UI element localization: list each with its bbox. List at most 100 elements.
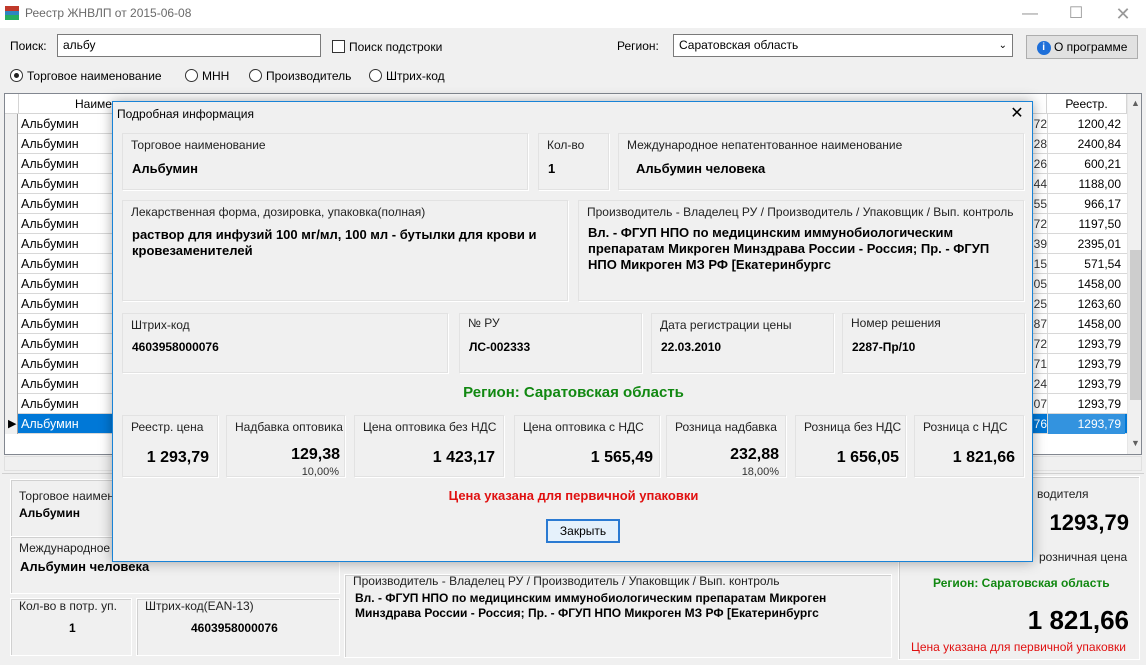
row-registry-price: 1458,00 [1047,314,1125,334]
radio-trade-name-label: Торговое наименование [27,69,162,83]
bottom-manufacturer-label: Производитель - Владелец РУ / Производит… [353,574,780,588]
row-indicator[interactable] [5,214,18,234]
grid-scrollbar[interactable]: ▲ ▼ [1127,94,1141,454]
modal-form-label: Лекарственная форма, дозировка, упаковка… [131,205,426,219]
radio-mnn[interactable] [185,69,198,82]
modal-trade-name-value: Альбумин [132,161,199,176]
modal-note: Цена указана для первичной упаковки [448,488,699,503]
row-name: Альбумин [21,217,79,231]
row-name: Альбумин [21,177,79,191]
row-indicator[interactable] [5,354,18,374]
modal-inn-value: Альбумин человека [636,161,766,176]
row-indicator[interactable] [5,134,18,154]
modal-ru-box: № РУ ЛС-002333 [459,313,642,373]
bottom-qty-label: Кол-во в потр. уп. [19,599,117,613]
row-indicator[interactable] [5,394,18,414]
row-registry-price: 1293,79 [1047,394,1125,414]
bottom-retail-value: 1 821,66 [1027,605,1129,635]
region-select[interactable]: Саратовская область ⌄ [673,34,1013,57]
retail-vat-value: 1 821,66 [952,449,1015,466]
radio-manufacturer-label: Производитель [266,69,352,83]
region-value: Саратовская область [679,38,799,52]
row-indicator[interactable] [5,334,18,354]
radio-trade-name[interactable] [10,69,23,82]
modal-qty-value: 1 [548,161,556,176]
search-label: Поиск: [10,39,47,53]
about-button[interactable]: i О программе [1026,35,1138,59]
modal-form-value: раствор для инфузий 100 мг/мл, 100 мл - … [132,227,537,258]
modal-barcode-label: Штрих-код [131,318,190,332]
scroll-up-icon[interactable]: ▲ [1131,98,1140,108]
modal-qty-label: Кол-во [547,138,585,152]
bottom-qty-box: Кол-во в потр. уп. 1 [10,598,132,656]
modal-ru-label: № РУ [468,316,500,330]
row-registry-price: 2395,01 [1047,234,1125,254]
retail-markup-pct: 18,00% [741,466,779,478]
wholesale-markup-label: Надбавка оптовика [235,420,343,434]
row-registry-price: 571,54 [1047,254,1125,274]
row-name: Альбумин [21,357,79,371]
retail-markup-label: Розница надбавка [675,420,777,434]
minimize-icon[interactable]: — [1007,0,1053,28]
modal-inn-box: Международное непатентованное наименован… [618,133,1024,190]
bottom-barcode-label: Штрих-код(EAN-13) [145,599,254,613]
row-indicator[interactable] [5,234,18,254]
about-button-label: О программе [1053,40,1128,54]
wholesale-no-vat-label: Цена оптовика без НДС [363,420,497,434]
bottom-manufacturer-value: Вл. - ФГУП НПО по медицинским иммунобиол… [355,591,827,620]
scrollbar-thumb[interactable] [1130,250,1141,400]
bottom-producer-price-value: 1293,79 [1049,510,1129,535]
grid-header-price[interactable]: Реестр. [1047,94,1127,114]
row-pointer-icon: ▶ [8,418,17,430]
radio-mnn-label: МНН [202,69,230,83]
row-indicator[interactable] [5,254,18,274]
row-name: Альбумин [21,237,79,251]
radio-barcode[interactable] [369,69,382,82]
bottom-trade-name-value: Альбумин [19,506,80,520]
row-name: Альбумин [21,117,79,131]
modal-decision-value: 2287-Пр/10 [852,340,916,354]
modal-ru-value: ЛС-002333 [469,340,531,354]
maximize-icon[interactable]: ☐ [1053,0,1099,28]
search-input[interactable]: альбу [57,34,321,57]
wholesale-no-vat-value: 1 423,17 [432,449,495,466]
row-indicator[interactable] [5,194,18,214]
row-name: Альбумин [21,137,79,151]
grid-header-corner [5,94,19,114]
scroll-down-icon[interactable]: ▼ [1131,438,1140,448]
radio-manufacturer[interactable] [249,69,262,82]
modal-barcode-box: Штрих-код 4603958000076 [122,313,448,373]
retail-vat-box: Розница с НДС 1 821,66 [914,415,1024,477]
wholesale-no-vat-box: Цена оптовика без НДС 1 423,17 [354,415,504,477]
substring-label: Поиск подстроки [349,40,443,54]
modal-decision-label: Номер решения [851,316,941,330]
modal-form-box: Лекарственная форма, дозировка, упаковка… [122,200,568,301]
row-indicator[interactable] [5,174,18,194]
bottom-mnn-label: Международное [19,541,111,555]
retail-no-vat-value: 1 656,05 [836,449,899,466]
bottom-region-text: Регион: Саратовская область [933,576,1110,590]
row-indicator[interactable] [5,114,18,134]
modal-region-text: Регион: Саратовская область [463,384,684,401]
substring-checkbox[interactable] [332,40,345,53]
row-name: Альбумин [21,257,79,271]
app-icon [5,6,19,20]
row-name: Альбумин [21,157,79,171]
dialog-close-icon[interactable]: ✕ [1002,102,1032,126]
row-indicator[interactable] [5,294,18,314]
row-indicator[interactable] [5,374,18,394]
row-indicator[interactable] [5,154,18,174]
details-dialog: Подробная информация ✕ Торговое наименов… [112,101,1033,562]
wholesale-vat-value: 1 565,49 [590,449,653,466]
close-icon[interactable]: ✕ [1100,0,1146,28]
row-indicator[interactable]: ▶ [5,414,18,434]
row-indicator[interactable] [5,274,18,294]
row-indicator[interactable] [5,314,18,334]
close-button[interactable]: Закрыть [546,519,620,543]
row-registry-price: 966,17 [1047,194,1125,214]
modal-trade-name-box: Торговое наименование Альбумин [122,133,528,190]
wholesale-vat-box: Цена оптовика с НДС 1 565,49 [514,415,660,477]
row-registry-price: 1293,79 [1047,374,1125,394]
bottom-qty-value: 1 [69,621,76,635]
bottom-trade-name-label: Торговое наимен [19,489,115,503]
